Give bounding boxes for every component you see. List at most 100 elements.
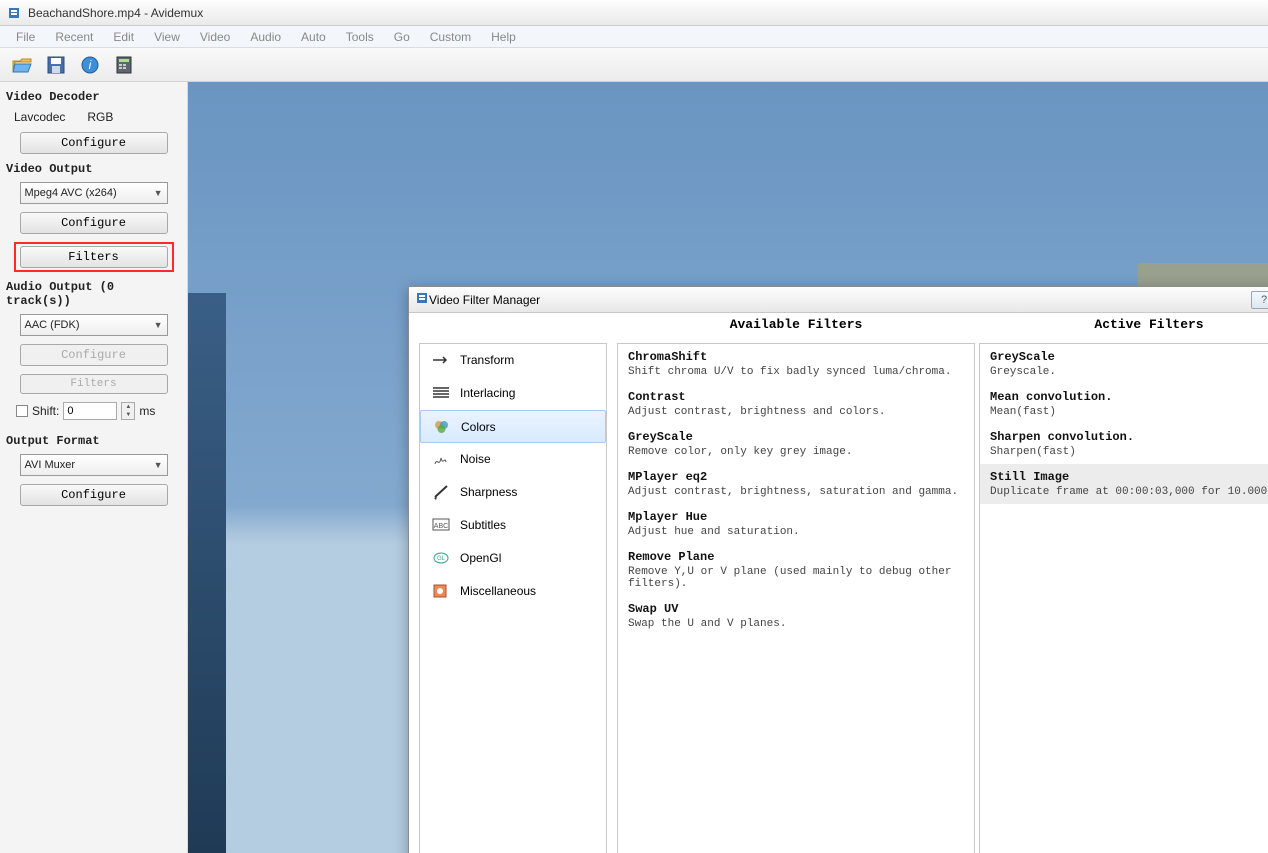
chevron-down-icon: ▼ — [154, 320, 163, 330]
active-filter-item[interactable]: GreyScale Greyscale. — [980, 344, 1268, 384]
opengl-icon: GL — [432, 549, 450, 567]
filter-desc: Remove Y,U or V plane (used mainly to de… — [628, 566, 964, 590]
shift-row: Shift: ▲▼ ms — [6, 402, 181, 420]
filter-name: Still Image — [990, 470, 1268, 484]
menu-video[interactable]: Video — [190, 28, 240, 46]
filter-name: Swap UV — [628, 602, 964, 616]
category-item-transform[interactable]: Transform — [420, 344, 606, 377]
menu-custom[interactable]: Custom — [420, 28, 481, 46]
filter-desc: Remove color, only key grey image. — [628, 446, 964, 458]
filter-name: MPlayer eq2 — [628, 470, 964, 484]
menu-recent[interactable]: Recent — [45, 28, 103, 46]
shift-checkbox[interactable] — [16, 405, 28, 417]
help-button[interactable]: ? — [1251, 291, 1268, 309]
output-format-value: AVI Muxer — [25, 459, 76, 471]
menu-help[interactable]: Help — [481, 28, 526, 46]
category-label: Transform — [460, 353, 514, 367]
open-icon[interactable] — [8, 51, 36, 79]
save-icon[interactable] — [42, 51, 70, 79]
available-filter-item[interactable]: Mplayer HueAdjust hue and saturation. — [618, 504, 974, 544]
active-filter-item[interactable]: Mean convolution.Mean(fast) — [980, 384, 1268, 424]
output-format-label: Output Format — [6, 434, 181, 448]
chevron-down-icon: ▼ — [154, 188, 163, 198]
menu-go[interactable]: Go — [384, 28, 420, 46]
output-format-select[interactable]: AVI Muxer ▼ — [20, 454, 168, 476]
category-item-noise[interactable]: Noise — [420, 443, 606, 476]
app-icon — [6, 5, 22, 21]
calculator-icon[interactable] — [110, 51, 138, 79]
category-item-interlacing[interactable]: Interlacing — [420, 377, 606, 410]
available-filter-item[interactable]: ChromaShiftShift chroma U/V to fix badly… — [618, 344, 974, 384]
video-output-select[interactable]: Mpeg4 AVC (x264)▼ — [20, 182, 168, 204]
info-icon[interactable]: i — [76, 51, 104, 79]
category-label: Miscellaneous — [460, 584, 536, 598]
menu-edit[interactable]: Edit — [103, 28, 144, 46]
filter-name: GreyScale — [990, 350, 1268, 364]
available-filter-item[interactable]: Swap UV Swap the U and V planes. — [618, 596, 974, 636]
available-filter-item[interactable]: Remove PlaneRemove Y,U or V plane (used … — [618, 544, 974, 596]
filter-name: Mplayer Hue — [628, 510, 964, 524]
decoder-configure-button[interactable]: Configure — [20, 132, 168, 154]
filter-desc: Duplicate frame at 00:00:03,000 for 10.0… — [990, 486, 1268, 498]
toolbar: i — [0, 48, 1268, 82]
svg-text:ABC: ABC — [434, 523, 448, 530]
noise-icon — [432, 450, 450, 468]
shift-spinner[interactable]: ▲▼ — [121, 402, 135, 420]
audio-output-value: AAC (FDK) — [25, 319, 80, 331]
window-title: BeachandShore.mp4 - Avidemux — [28, 6, 203, 20]
video-output-configure-button[interactable]: Configure — [20, 212, 168, 234]
audio-configure-button: Configure — [20, 344, 168, 366]
available-filter-item[interactable]: Contrast Adjust contrast, brightness and … — [618, 384, 974, 424]
active-filters-header: Active Filters — [979, 317, 1268, 332]
category-list: Transform InterlacingColors Noise Sharpness… — [419, 343, 607, 853]
filter-desc: Swap the U and V planes. — [628, 618, 964, 630]
category-item-sharpness[interactable]: Sharpness — [420, 476, 606, 509]
available-filters-list: ChromaShiftShift chroma U/V to fix badly… — [617, 343, 975, 853]
active-filter-item[interactable]: Still Image Duplicate frame at 00:00:03,0… — [980, 464, 1268, 504]
filter-desc: Adjust contrast, brightness, saturation … — [628, 486, 964, 498]
category-label: Subtitles — [460, 518, 506, 532]
category-item-miscellaneous[interactable]: Miscellaneous — [420, 575, 606, 608]
chevron-down-icon: ▼ — [154, 460, 163, 470]
menu-audio[interactable]: Audio — [240, 28, 291, 46]
menu-file[interactable]: File — [6, 28, 45, 46]
menu-auto[interactable]: Auto — [291, 28, 336, 46]
category-label: Noise — [460, 452, 491, 466]
window-titlebar: BeachandShore.mp4 - Avidemux — [0, 0, 1268, 26]
decoder-codec: Lavcodec — [14, 110, 65, 124]
svg-text:i: i — [89, 58, 92, 72]
category-item-colors[interactable]: Colors — [420, 410, 606, 443]
available-filter-item[interactable]: GreyScale Remove color, only key grey ima… — [618, 424, 974, 464]
menu-tools[interactable]: Tools — [336, 28, 384, 46]
filter-desc: Shift chroma U/V to fix badly synced lum… — [628, 366, 964, 378]
filter-name: GreyScale — [628, 430, 964, 444]
filter-desc: Adjust contrast, brightness and colors. — [628, 406, 964, 418]
available-filter-item[interactable]: MPlayer eq2 Adjust contrast, brightness, … — [618, 464, 974, 504]
subtitles-icon: ABC — [432, 516, 450, 534]
audio-output-label: Audio Output (0 track(s)) — [6, 280, 181, 308]
filters-highlight: Filters — [14, 242, 174, 272]
video-filters-button[interactable]: Filters — [20, 246, 168, 268]
active-filters-list: GreyScale Greyscale. Mean convolution.Mean… — [979, 343, 1268, 853]
category-label: OpenGl — [460, 551, 501, 565]
filter-desc: Sharpen(fast) — [990, 446, 1268, 458]
decoder-mode: RGB — [87, 110, 113, 124]
menu-view[interactable]: View — [144, 28, 190, 46]
filter-name: Contrast — [628, 390, 964, 404]
filter-desc: Mean(fast) — [990, 406, 1268, 418]
video-output-label: Video Output — [6, 162, 181, 176]
available-filters-header: Available Filters — [617, 317, 975, 332]
left-panel: Video Decoder Lavcodec RGB Configure Vid… — [0, 82, 188, 853]
category-item-subtitles[interactable]: ABC Subtitles — [420, 509, 606, 542]
shift-label: Shift: — [32, 404, 59, 418]
video-decoder-label: Video Decoder — [6, 90, 181, 104]
colors-icon — [433, 418, 451, 436]
shift-input[interactable] — [63, 402, 117, 420]
output-format-configure-button[interactable]: Configure — [20, 484, 168, 506]
video-filter-manager-dialog: Video Filter Manager ? ✕ Available Filte… — [408, 286, 1268, 853]
dialog-title: Video Filter Manager — [429, 293, 540, 307]
audio-output-select[interactable]: AAC (FDK) ▼ — [20, 314, 168, 336]
active-filter-item[interactable]: Sharpen convolution.Sharpen(fast) — [980, 424, 1268, 464]
category-item-opengl[interactable]: GL OpenGl — [420, 542, 606, 575]
filter-desc: Greyscale. — [990, 366, 1268, 378]
